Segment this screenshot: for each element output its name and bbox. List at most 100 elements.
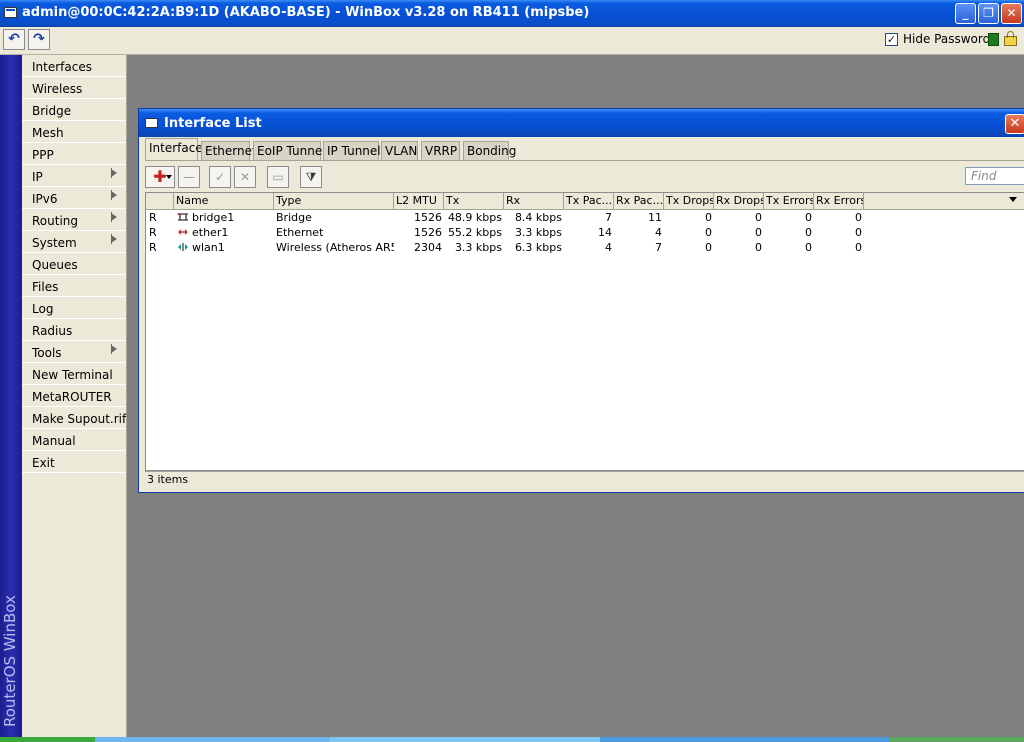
redo-icon: ↷ [33, 31, 45, 47]
table-row[interactable]: Rbridge1 Bridge 1526 48.9 kbps 8.4 kbps 7 11 0 0… [146, 210, 1024, 225]
column-header-tx-pac-[interactable]: Tx Pac... [564, 193, 614, 209]
column-menu-icon[interactable] [1009, 197, 1017, 202]
sidebar-item-exit[interactable]: Exit [22, 451, 126, 473]
sidebar-item-files[interactable]: Files [22, 275, 126, 297]
tab-vlan[interactable]: VLAN [381, 141, 418, 160]
winbox-brand-bar: RouterOS WinBox [0, 55, 22, 737]
header-filler [864, 193, 1024, 209]
minimize-button[interactable]: _ [955, 3, 976, 24]
sidebar-item-queues[interactable]: Queues [22, 253, 126, 275]
sidebar-item-label: Mesh [32, 126, 64, 140]
table-row[interactable]: Rwlan1 Wireless (Atheros AR5... 2304 3.3 kb… [146, 240, 1024, 255]
column-header-rx-errors[interactable]: Rx Errors [814, 193, 864, 209]
sidebar-item-ipv6[interactable]: IPv6 [22, 187, 126, 209]
wireless-icon [177, 241, 189, 251]
lock-icon [1004, 31, 1017, 46]
column-header-rx[interactable]: Rx [504, 193, 564, 209]
sidebar-item-mesh[interactable]: Mesh [22, 121, 126, 143]
column-header-rx-pac-[interactable]: Rx Pac... [614, 193, 664, 209]
tab-bonding[interactable]: Bonding [463, 141, 516, 160]
tab-interface[interactable]: Interface [145, 138, 203, 160]
cell-rx: 3.3 kbps [514, 226, 562, 239]
sidebar-item-ppp[interactable]: PPP [22, 143, 126, 165]
taskbar-strip [0, 737, 1024, 742]
enable-button[interactable]: ✓ [209, 166, 231, 188]
interface-name: ether1 [192, 226, 229, 239]
sidebar-item-ip[interactable]: IP [22, 165, 126, 187]
sidebar-item-label: IP [32, 170, 43, 184]
close-button[interactable]: ✕ [1001, 3, 1022, 24]
sidebar-item-log[interactable]: Log [22, 297, 126, 319]
sidebar-item-metarouter[interactable]: MetaROUTER [22, 385, 126, 407]
sidebar-item-system[interactable]: System [22, 231, 126, 253]
interface-name: wlan1 [192, 241, 225, 254]
sidebar-item-new-terminal[interactable]: New Terminal [22, 363, 126, 385]
interface-list-close-button[interactable]: ✕ [1005, 114, 1024, 134]
sidebar-item-routing[interactable]: Routing [22, 209, 126, 231]
add-button[interactable]: ✚ [145, 166, 175, 188]
sidebar-item-radius[interactable]: Radius [22, 319, 126, 341]
sidebar-item-interfaces[interactable]: Interfaces [22, 55, 126, 77]
hide-passwords-checkbox[interactable]: ✓ [885, 33, 898, 46]
sidebar-item-label: Wireless [32, 82, 83, 96]
sidebar-item-label: Files [32, 280, 59, 294]
redo-button[interactable]: ↷ [28, 29, 50, 50]
sidebar-item-label: Queues [32, 258, 78, 272]
check-icon: ✓ [214, 170, 226, 184]
cell-type: Ethernet [276, 226, 324, 239]
cell-l2mtu: 1526 [414, 226, 442, 239]
column-header-l2-mtu[interactable]: L2 MTU [394, 193, 444, 209]
undo-button[interactable]: ↶ [3, 29, 25, 50]
cell-tx-packets: 4 [605, 241, 612, 254]
disable-button[interactable]: ✕ [234, 166, 256, 188]
sidebar-item-bridge[interactable]: Bridge [22, 99, 126, 121]
find-input[interactable]: Find [965, 167, 1024, 185]
sidebar-item-tools[interactable]: Tools [22, 341, 126, 363]
cell-rx-drops: 0 [755, 241, 762, 254]
interface-list-title: Interface List [164, 116, 262, 131]
tab-ethernet[interactable]: Ethernet [201, 141, 257, 160]
comment-button[interactable]: ▭ [267, 166, 289, 188]
column-header-type[interactable]: Type [274, 193, 394, 209]
submenu-arrow-icon [111, 168, 117, 178]
cell-name: bridge1 [174, 210, 274, 225]
status-bar: 3 items [145, 471, 1024, 488]
brand-text: RouterOS WinBox [1, 595, 19, 727]
sidebar-menu: Interfaces Wireless Bridge Mesh PPP IP IPv6 Rou… [22, 55, 127, 737]
interface-list-window: Interface List ✕ Interface Ethernet EoIP T… [138, 108, 1024, 493]
sidebar-item-make-supout-rif[interactable]: Make Supout.rif [22, 407, 126, 429]
tab-vrrp[interactable]: VRRP [421, 141, 460, 160]
tab-ip-tunnel[interactable]: IP Tunnel [323, 141, 381, 160]
bridge-icon [177, 211, 189, 221]
sidebar-item-manual[interactable]: Manual [22, 429, 126, 451]
app-window-icon[interactable] [4, 7, 17, 18]
sidebar-item-label: Log [32, 302, 54, 316]
filter-button[interactable]: ⧩ [300, 166, 322, 188]
column-header-name[interactable]: Name [174, 193, 274, 209]
sidebar-item-wireless[interactable]: Wireless [22, 77, 126, 99]
sidebar-item-label: Tools [32, 346, 62, 360]
interface-list-title-bar[interactable]: Interface List ✕ [139, 109, 1024, 137]
tab-divider [145, 160, 1024, 161]
column-header-flag[interactable] [146, 193, 174, 209]
cell-tx-errors: 0 [805, 241, 812, 254]
table-row[interactable]: Rether1 Ethernet 1526 55.2 kbps 3.3 kbps 14 4 0… [146, 225, 1024, 240]
filter-icon: ⧩ [305, 170, 317, 184]
sidebar-item-label: Manual [32, 434, 76, 448]
sidebar-item-label: Exit [32, 456, 55, 470]
interface-name: bridge1 [192, 211, 235, 224]
submenu-arrow-icon [111, 234, 117, 244]
undo-icon: ↶ [8, 31, 20, 47]
cell-tx-errors: 0 [805, 226, 812, 239]
cell-rx: 6.3 kbps [514, 241, 562, 254]
column-header-tx-drops[interactable]: Tx Drops [664, 193, 714, 209]
column-header-rx-drops[interactable]: Rx Drops [714, 193, 764, 209]
cell-tx: 55.2 kbps [447, 226, 502, 239]
maximize-button[interactable]: ❐ [978, 3, 999, 24]
column-header-tx-errors[interactable]: Tx Errors [764, 193, 814, 209]
column-header-tx[interactable]: Tx [444, 193, 504, 209]
tab-eoip-tunnel[interactable]: EoIP Tunnel [253, 141, 326, 160]
remove-button[interactable]: — [178, 166, 200, 188]
cell-rx-errors: 0 [855, 211, 862, 224]
cell-name: wlan1 [174, 240, 274, 255]
